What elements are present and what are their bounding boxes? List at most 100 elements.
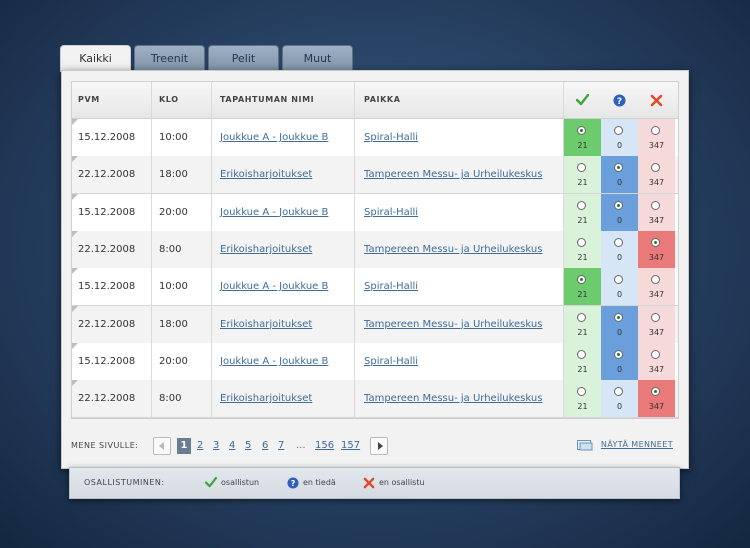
- event-place-link[interactable]: Tampereen Messu- ja Urheilukeskus: [364, 393, 542, 404]
- page-link[interactable]: 4: [229, 440, 235, 451]
- attendance-option-maybe[interactable]: 0: [601, 156, 638, 194]
- attendance-radio[interactable]: [614, 275, 623, 285]
- attendance-radio[interactable]: [577, 275, 586, 285]
- table-row: 15.12.2008 20:00 Joukkue A - Joukkue B Spir…: [72, 193, 678, 232]
- attendance-option-no[interactable]: 347: [638, 230, 675, 268]
- tab-muut[interactable]: Muut: [282, 45, 353, 71]
- attendance-radio[interactable]: [614, 312, 623, 322]
- attendance-radio[interactable]: [577, 237, 586, 247]
- event-name-link[interactable]: Joukkue A - Joukkue B: [220, 356, 328, 367]
- page-link[interactable]: 157: [341, 440, 360, 451]
- attendance-radio[interactable]: [651, 275, 660, 285]
- event-place-link[interactable]: Tampereen Messu- ja Urheilukeskus: [364, 169, 542, 180]
- attendance-option-maybe[interactable]: 0: [601, 268, 638, 306]
- page-link[interactable]: 156: [315, 440, 334, 451]
- tab-treenit[interactable]: Treenit: [134, 45, 205, 71]
- event-place-link[interactable]: Spiral-Halli: [364, 356, 418, 367]
- tab-pelit[interactable]: Pelit: [208, 45, 279, 71]
- attendance-radio[interactable]: [614, 387, 623, 397]
- event-place-link[interactable]: Tampereen Messu- ja Urheilukeskus: [364, 319, 542, 330]
- event-place: Tampereen Messu- ja Urheilukeskus: [364, 156, 542, 193]
- event-name-link[interactable]: Erikoisharjoitukset: [220, 244, 312, 255]
- attendance-option-maybe[interactable]: 0: [601, 305, 638, 343]
- attendance-option-yes[interactable]: 21: [564, 342, 601, 380]
- event-name-link[interactable]: Joukkue A - Joukkue B: [220, 132, 328, 143]
- attendance-option-no[interactable]: 347: [638, 342, 675, 380]
- attendance-count: 0: [616, 364, 623, 374]
- event-place-link[interactable]: Tampereen Messu- ja Urheilukeskus: [364, 244, 542, 255]
- attendance-radio[interactable]: [651, 237, 660, 247]
- attendance-radio[interactable]: [577, 126, 586, 135]
- page-link[interactable]: 1: [177, 438, 191, 454]
- attendance-option-maybe[interactable]: 0: [601, 193, 638, 231]
- attendance-option-maybe[interactable]: 0: [601, 230, 638, 268]
- attendance-count: 347: [648, 327, 665, 337]
- attendance-option-no[interactable]: 347: [638, 268, 675, 306]
- attendance-option-yes[interactable]: 21: [564, 380, 601, 418]
- attendance-option-yes[interactable]: 21: [564, 193, 601, 231]
- attendance-radio[interactable]: [577, 200, 586, 210]
- attendance-option-yes[interactable]: 21: [564, 119, 601, 156]
- attendance-radio[interactable]: [651, 312, 660, 322]
- tab-kaikki[interactable]: Kaikki: [60, 45, 131, 72]
- event-place: Spiral-Halli: [364, 194, 418, 231]
- attendance-radio[interactable]: [614, 237, 623, 247]
- attendance-radio[interactable]: [577, 387, 586, 397]
- attendance-option-maybe[interactable]: 0: [601, 380, 638, 418]
- attendance-radio[interactable]: [651, 163, 660, 173]
- attendance-count: 347: [648, 402, 665, 412]
- attendance-radio[interactable]: [651, 126, 660, 135]
- event-time: 18:00: [159, 318, 188, 330]
- attendance-option-maybe[interactable]: 0: [601, 119, 638, 156]
- event-place: Spiral-Halli: [364, 343, 418, 380]
- event-place-link[interactable]: Spiral-Halli: [364, 281, 418, 292]
- attendance-option-yes[interactable]: 21: [564, 268, 601, 306]
- attendance-option-no[interactable]: 347: [638, 119, 675, 156]
- attendance-radio[interactable]: [577, 312, 586, 322]
- column-header-date[interactable]: PVM: [78, 82, 100, 118]
- show-past-link[interactable]: NÄYTÄ MENNEET: [601, 440, 673, 449]
- attendance-radio[interactable]: [614, 200, 623, 210]
- table-row: 15.12.2008 10:00 Joukkue A - Joukkue B Spir…: [72, 268, 678, 307]
- attendance-radio[interactable]: [651, 349, 660, 359]
- attendance-option-no[interactable]: 347: [638, 193, 675, 231]
- event-name-link[interactable]: Erikoisharjoitukset: [220, 169, 312, 180]
- attendance-option-yes[interactable]: 21: [564, 305, 601, 343]
- event-place-link[interactable]: Spiral-Halli: [364, 207, 418, 218]
- column-header-place[interactable]: PAIKKA: [364, 82, 401, 118]
- attendance-radio[interactable]: [577, 349, 586, 359]
- attendance-radio[interactable]: [614, 349, 623, 359]
- attendance-option-yes[interactable]: 21: [564, 156, 601, 194]
- attendance-radio[interactable]: [651, 200, 660, 210]
- column-header-time[interactable]: KLO: [159, 82, 179, 118]
- attendance-option-maybe[interactable]: 0: [601, 342, 638, 380]
- attendance-radio[interactable]: [614, 163, 623, 173]
- page-link[interactable]: 5: [245, 440, 251, 451]
- page-ellipsis: ...: [296, 440, 306, 451]
- table-row: 22.12.2008 8:00 Erikoisharjoitukset Tampere…: [72, 380, 678, 419]
- page-link[interactable]: 3: [213, 440, 219, 451]
- event-name-link[interactable]: Erikoisharjoitukset: [220, 319, 312, 330]
- table-row: 15.12.2008 10:00 Joukkue A - Joukkue B Spir…: [72, 119, 678, 157]
- page-link[interactable]: 7: [278, 440, 284, 451]
- event-name: Erikoisharjoitukset: [220, 380, 312, 417]
- attendance-radio[interactable]: [651, 387, 660, 397]
- attendance-option-yes[interactable]: 21: [564, 230, 601, 268]
- prev-page-button[interactable]: [153, 437, 171, 455]
- attendance-option-no[interactable]: 347: [638, 156, 675, 194]
- x-icon: [650, 94, 663, 110]
- event-date: 15.12.2008: [78, 355, 136, 367]
- attendance-radio[interactable]: [614, 126, 623, 135]
- page-link[interactable]: 2: [197, 440, 203, 451]
- event-name-link[interactable]: Joukkue A - Joukkue B: [220, 207, 328, 218]
- attendance-radio[interactable]: [577, 163, 586, 173]
- event-place-link[interactable]: Spiral-Halli: [364, 132, 418, 143]
- attendance-option-no[interactable]: 347: [638, 380, 675, 418]
- event-name-link[interactable]: Erikoisharjoitukset: [220, 393, 312, 404]
- legend-maybe: en tiedä: [303, 478, 336, 487]
- page-link[interactable]: 6: [262, 440, 268, 451]
- event-name-link[interactable]: Joukkue A - Joukkue B: [220, 281, 328, 292]
- next-page-button[interactable]: [370, 437, 388, 455]
- attendance-option-no[interactable]: 347: [638, 305, 675, 343]
- column-header-name[interactable]: TAPAHTUMAN NIMI: [220, 82, 314, 118]
